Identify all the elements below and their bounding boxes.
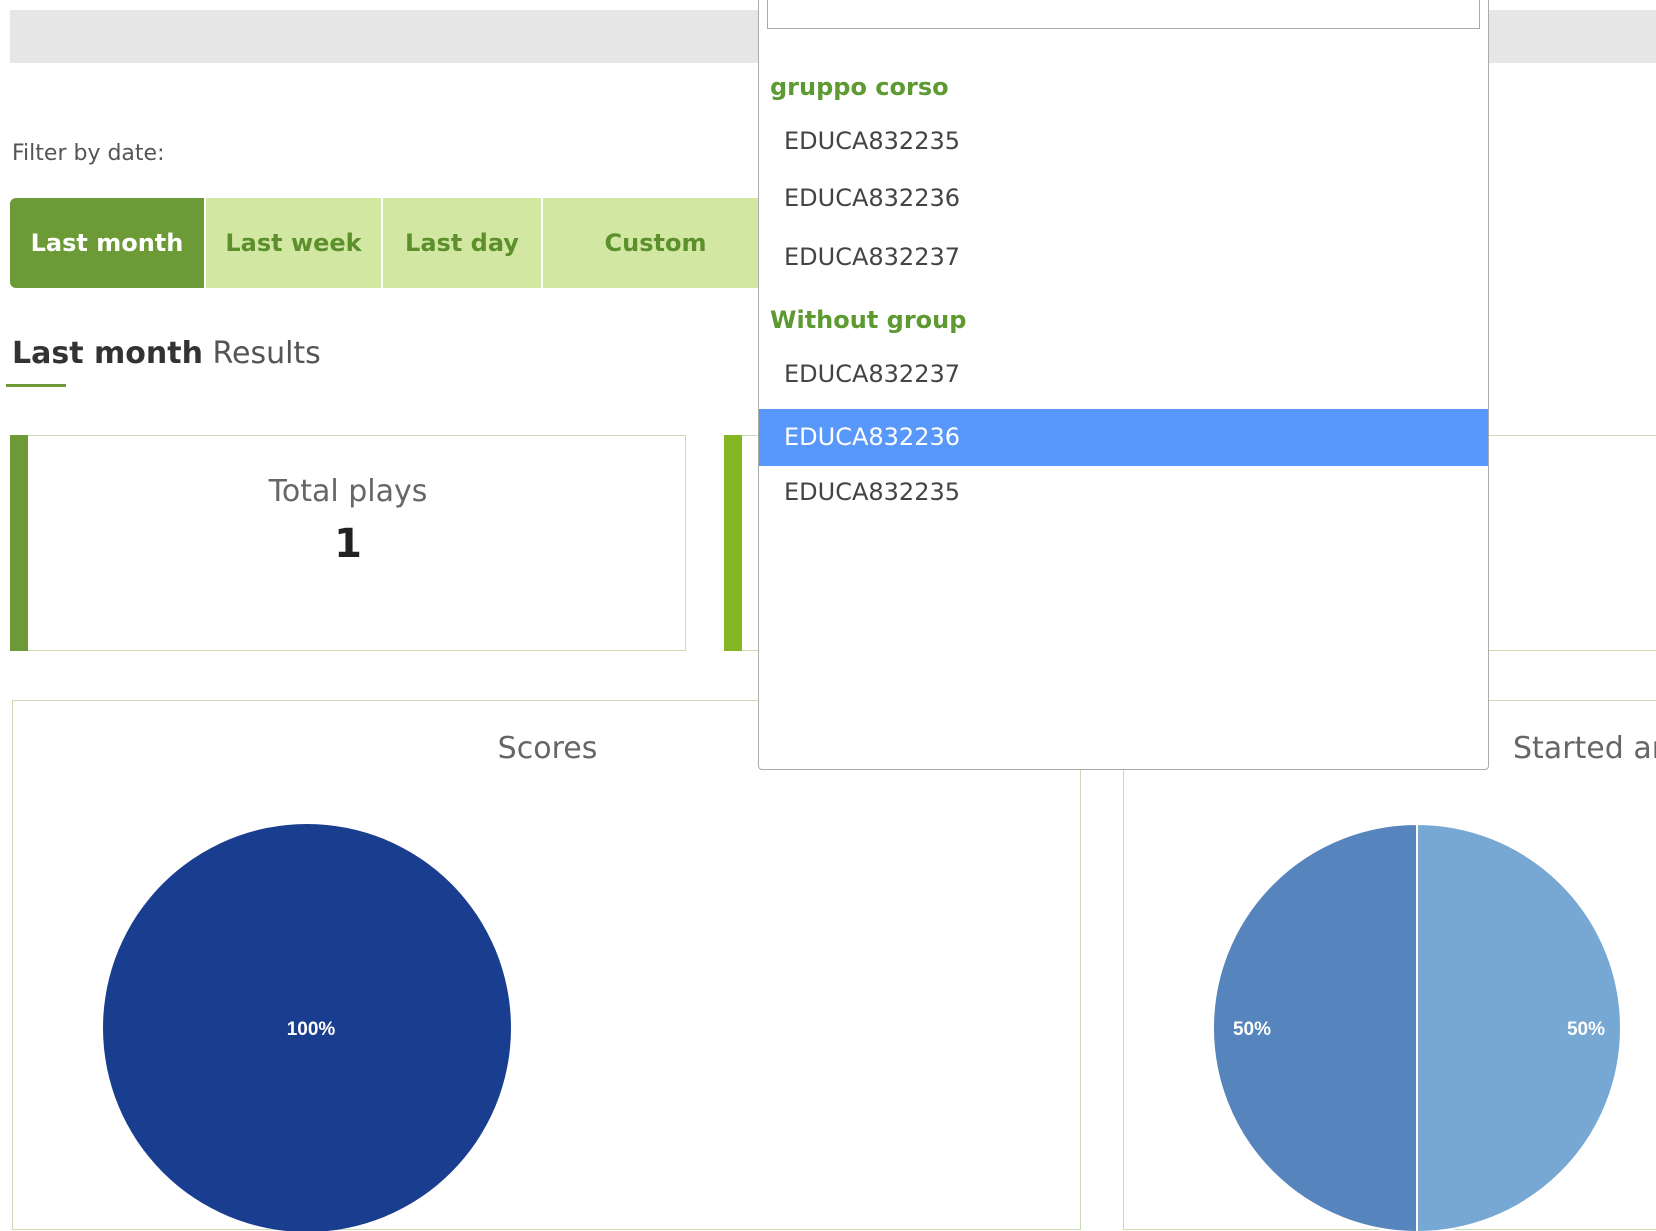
pie-slice-label: 50% <box>1567 1019 1605 1040</box>
results-heading: Last month Results <box>12 336 321 371</box>
scores-pie-chart: 100% <box>103 824 511 1231</box>
started-pie-chart: 50% 50% <box>1212 822 1622 1231</box>
total-plays-card: Total plays 1 <box>10 435 686 651</box>
stat-value: 1 <box>334 521 362 567</box>
card-accent-bar <box>724 435 742 651</box>
dropdown-option[interactable]: EDUCA832235 <box>759 113 1488 170</box>
results-suffix: Results <box>212 336 321 371</box>
pie-slice-label: 100% <box>287 1019 336 1040</box>
group-dropdown: gruppo corso EDUCA832235 EDUCA832236 EDU… <box>758 0 1489 770</box>
pie-slice-label: 50% <box>1233 1019 1271 1040</box>
stat-title: Total plays <box>268 474 428 509</box>
date-filter-tabs: Last month Last week Last day Custom <box>10 198 768 288</box>
tab-last-month[interactable]: Last month <box>10 198 206 288</box>
heading-underline <box>6 384 66 387</box>
tab-last-week[interactable]: Last week <box>206 198 383 288</box>
dropdown-group-label: Without group <box>770 306 967 334</box>
dropdown-option[interactable]: EDUCA832237 <box>759 346 1488 403</box>
dropdown-option[interactable]: EDUCA832237 <box>759 229 1488 286</box>
scores-chart-card: Scores 100% <box>12 700 1081 1231</box>
dropdown-search-input[interactable] <box>767 0 1480 29</box>
dropdown-group-label: gruppo corso <box>770 73 949 101</box>
tab-last-day[interactable]: Last day <box>383 198 543 288</box>
results-period: Last month <box>12 336 203 371</box>
dropdown-option[interactable]: EDUCA832235 <box>759 464 1488 521</box>
dropdown-option-selected[interactable]: EDUCA832236 <box>759 409 1488 466</box>
tab-custom[interactable]: Custom <box>543 198 768 288</box>
dropdown-option[interactable]: EDUCA832236 <box>759 170 1488 227</box>
started-chart-card: Started ar 50% 50% <box>1123 700 1656 1231</box>
filter-by-date-label: Filter by date: <box>12 141 165 166</box>
